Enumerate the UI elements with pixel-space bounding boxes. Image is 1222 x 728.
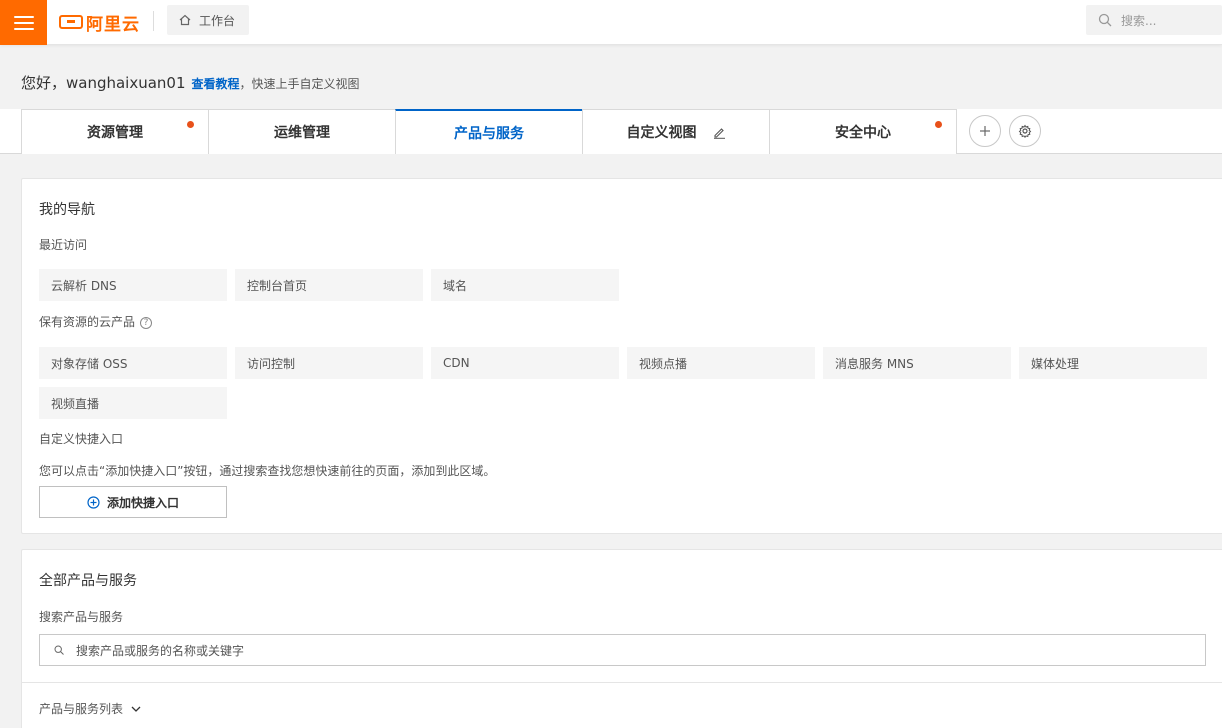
owned-product-item[interactable]: 媒体处理 <box>1019 347 1207 379</box>
help-icon[interactable]: ? <box>140 316 153 329</box>
my-navigation-card: 我的导航 最近访问 云解析 DNS 控制台首页 域名 保有资源的云产品? 对象存… <box>21 178 1222 534</box>
tab-label: 资源管理 <box>87 125 143 141</box>
tab-label: 运维管理 <box>274 125 330 141</box>
card-title: 我的导航 <box>39 202 95 218</box>
hamburger-menu-icon[interactable] <box>0 0 47 45</box>
owned-products-label: 保有资源的云产品 <box>39 315 136 329</box>
gear-icon <box>1018 124 1032 138</box>
workbench-label: 工作台 <box>199 13 236 28</box>
tab-settings-button[interactable] <box>1009 115 1041 147</box>
tab-custom-view[interactable]: 自定义视图 <box>582 109 770 154</box>
custom-shortcuts-title: 自定义快捷入口 <box>39 432 124 446</box>
tab-security-center[interactable]: 安全中心 <box>769 109 957 154</box>
plus-icon <box>980 126 990 136</box>
global-search-input[interactable]: 搜索... <box>1086 5 1222 35</box>
greeting-tip: ，快速上手自定义视图 <box>239 77 360 91</box>
owned-product-item[interactable]: 对象存储 OSS <box>39 347 227 379</box>
all-products-card: 全部产品与服务 搜索产品与服务 搜索产品或服务的名称或关键字 产品与服务列表 <box>21 549 1222 728</box>
tab-label: 产品与服务 <box>454 125 524 142</box>
add-tab-button[interactable] <box>969 115 1001 147</box>
global-search-placeholder: 搜索... <box>1121 13 1157 28</box>
aliyun-logo-mark-icon <box>59 15 83 29</box>
plus-circle-icon <box>87 495 100 509</box>
custom-shortcuts-description: 您可以点击“添加快捷入口”按钮，通过搜索查找您想快速前往的页面，添加到此区域。 <box>39 464 496 478</box>
owned-products-title: 保有资源的云产品? <box>39 313 153 330</box>
tab-ops-management[interactable]: 运维管理 <box>208 109 396 154</box>
tab-products-services[interactable]: 产品与服务 <box>395 109 583 154</box>
recent-item[interactable]: 云解析 DNS <box>39 269 227 301</box>
tab-bar: 资源管理 运维管理 产品与服务 自定义视图 安全中心 <box>0 109 1222 154</box>
tutorial-link[interactable]: 查看教程 <box>192 75 240 92</box>
home-icon <box>179 14 191 26</box>
product-list-label: 产品与服务列表 <box>39 702 124 716</box>
recent-item[interactable]: 控制台首页 <box>235 269 423 301</box>
tab-label: 安全中心 <box>835 125 891 141</box>
product-search-placeholder: 搜索产品或服务的名称或关键字 <box>76 643 245 658</box>
owned-product-item[interactable]: 消息服务 MNS <box>823 347 1011 379</box>
product-search-input[interactable]: 搜索产品或服务的名称或关键字 <box>39 634 1206 666</box>
search-icon <box>1098 13 1112 27</box>
owned-product-item[interactable]: 访问控制 <box>235 347 423 379</box>
owned-product-item[interactable]: 视频点播 <box>627 347 815 379</box>
greeting: 您好，wanghaixuan01 查看教程 ，快速上手自定义视图 <box>21 72 360 93</box>
divider <box>22 682 1222 683</box>
tab-resource-management[interactable]: 资源管理 <box>21 109 209 154</box>
workbench-button[interactable]: 工作台 <box>167 5 249 35</box>
recent-item[interactable]: 域名 <box>431 269 619 301</box>
search-icon <box>54 645 64 655</box>
edit-pencil-icon[interactable] <box>713 126 726 139</box>
recent-visits-title: 最近访问 <box>39 238 88 252</box>
product-list-toggle[interactable]: 产品与服务列表 <box>39 700 142 717</box>
logo-text: 阿里云 <box>86 14 140 35</box>
aliyun-logo[interactable]: 阿里云 <box>59 10 140 35</box>
add-shortcut-button[interactable]: 添加快捷入口 <box>39 486 227 518</box>
top-bar: 阿里云 工作台 搜索... <box>0 0 1222 45</box>
product-search-label: 搜索产品与服务 <box>39 610 124 624</box>
owned-product-item[interactable]: 视频直播 <box>39 387 227 419</box>
greeting-text: 您好，wanghaixuan01 <box>21 74 186 92</box>
add-shortcut-label: 添加快捷入口 <box>106 495 179 510</box>
tab-label: 自定义视图 <box>626 125 697 141</box>
notification-dot <box>935 121 942 128</box>
card-title: 全部产品与服务 <box>39 573 137 589</box>
divider <box>153 11 154 31</box>
notification-dot <box>187 121 194 128</box>
chevron-down-icon <box>131 706 141 712</box>
owned-product-item[interactable]: CDN <box>431 347 619 379</box>
